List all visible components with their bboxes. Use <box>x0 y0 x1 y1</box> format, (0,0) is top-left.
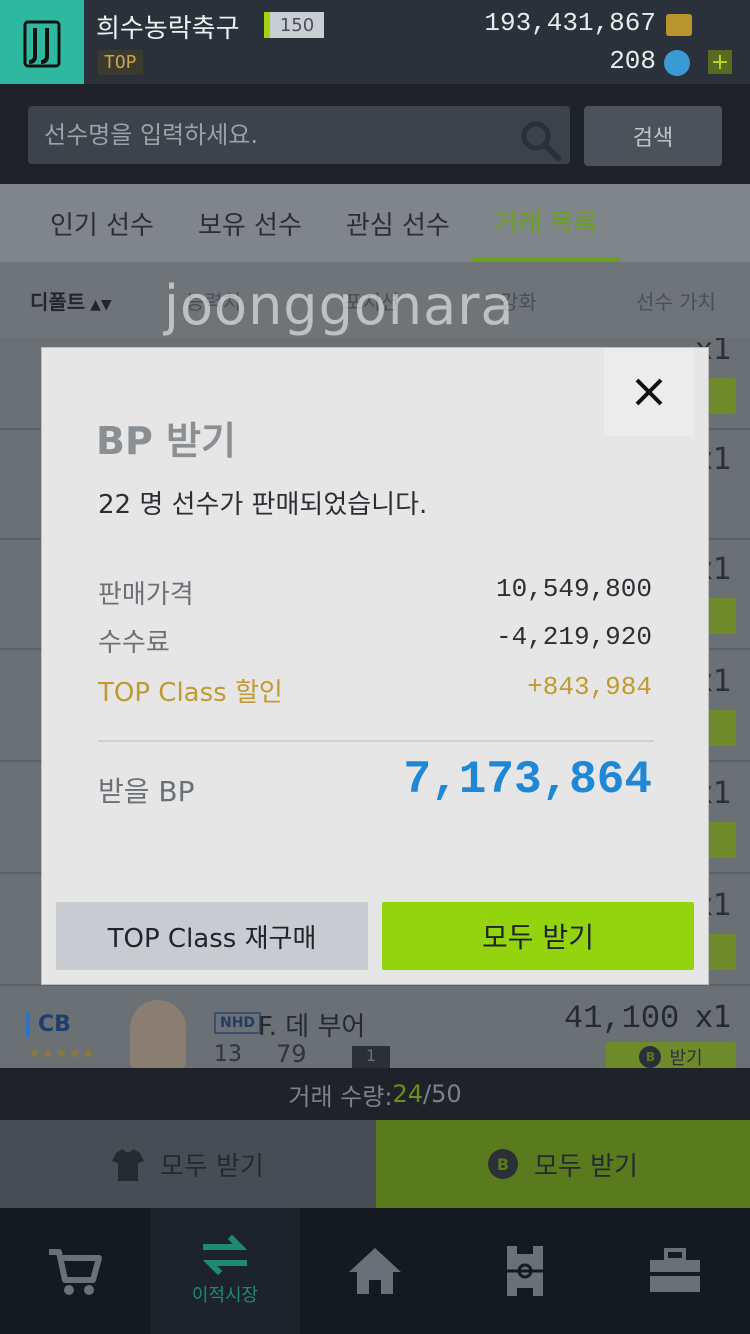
close-icon <box>635 378 663 406</box>
total-bp-value: 7,173,864 <box>403 754 652 806</box>
total-bp-label: 받을 BP <box>98 775 195 808</box>
fee-label: 수수료 <box>98 628 170 658</box>
discount-label: TOP Class 할인 <box>98 678 283 708</box>
top-class-repurchase-button[interactable]: TOP Class 재구매 <box>56 902 368 970</box>
sale-price-label: 판매가격 <box>98 580 194 610</box>
close-button[interactable] <box>604 348 694 436</box>
claim-all-button[interactable]: 모두 받기 <box>382 902 694 970</box>
divider <box>98 740 654 742</box>
bp-receive-dialog: BP 받기 22 명 선수가 판매되었습니다. 판매가격 10,549,800 … <box>42 348 708 984</box>
discount-value: +843,984 <box>527 672 652 702</box>
watermark: joonggonara <box>164 274 515 337</box>
dialog-message: 22 명 선수가 판매되었습니다. <box>98 490 428 520</box>
sale-price-value: 10,549,800 <box>495 574 652 604</box>
fee-value: -4,219,920 <box>495 622 652 652</box>
dialog-title: BP 받기 <box>96 419 236 463</box>
